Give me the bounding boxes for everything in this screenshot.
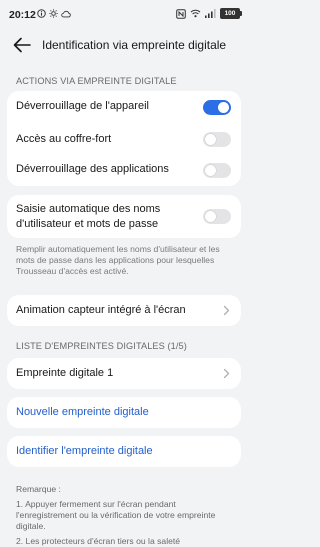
fingerprint-list-card: Empreinte digitale 1 — [7, 358, 241, 389]
autofill-description: Remplir automatiquement les noms d'utili… — [16, 244, 220, 276]
app-header: Identification via empreinte digitale — [0, 30, 248, 60]
section-title-actions: ACTIONS VIA EMPREINTE DIGITALE — [16, 76, 177, 86]
remarks-title: Remarque : — [16, 484, 61, 494]
autofill-card: Saisie automatique des noms d'utilisateu… — [7, 195, 241, 238]
signal-icon — [205, 9, 216, 18]
autofill-toggle[interactable] — [203, 209, 231, 224]
actions-card: Déverrouillage de l'appareil Accès au co… — [7, 91, 241, 186]
list-item-fingerprint-1[interactable]: Empreinte digitale 1 — [16, 358, 230, 389]
autofill-label-line2: d'utilisateur et mots de passe — [16, 218, 159, 230]
row-label: Animation capteur intégré à l'écran — [16, 304, 186, 316]
new-fingerprint-link[interactable]: Nouvelle empreinte digitale — [16, 406, 149, 418]
device-unlock-toggle[interactable] — [203, 100, 231, 115]
chevron-right-icon — [223, 305, 230, 316]
row-label: Empreinte digitale 1 — [16, 367, 114, 379]
row-safe-access[interactable]: Accès au coffre-fort — [16, 123, 231, 154]
row-sensor-animation[interactable]: Animation capteur intégré à l'écran — [16, 295, 230, 326]
cloud-icon — [61, 10, 71, 17]
row-label: Déverrouillage de l'appareil — [16, 100, 149, 112]
row-label: Déverrouillage des applications — [16, 163, 169, 175]
row-app-unlock[interactable]: Déverrouillage des applications — [16, 154, 231, 186]
animation-card: Animation capteur intégré à l'écran — [7, 295, 241, 326]
brightness-icon — [49, 9, 58, 18]
row-autofill[interactable]: Saisie automatique des noms d'utilisateu… — [16, 195, 231, 238]
row-device-unlock[interactable]: Déverrouillage de l'appareil — [16, 91, 231, 123]
status-bar: 20:12 100 — [0, 0, 248, 30]
battery-icon: 100 — [220, 8, 242, 19]
remark-item-2: 2. Les protecteurs d'écran tiers ou la s… — [16, 536, 181, 546]
page-title: Identification via empreinte digitale — [42, 38, 227, 52]
wifi-icon — [190, 9, 201, 18]
chevron-right-icon — [223, 368, 230, 379]
back-arrow-icon[interactable] — [12, 36, 32, 54]
section-title-fingerprints: LISTE D'EMPREINTES DIGITALES (1/5) — [16, 341, 187, 351]
new-fingerprint-card: Nouvelle empreinte digitale — [7, 397, 241, 428]
status-right-icons: 100 — [176, 8, 242, 19]
battery-level: 100 — [224, 10, 236, 17]
identify-fingerprint-link[interactable]: Identifier l'empreinte digitale — [16, 445, 153, 457]
info-icon — [37, 9, 46, 18]
status-left-icons — [37, 9, 71, 18]
safe-access-toggle[interactable] — [203, 132, 231, 147]
remark-item-1: 1. Appuyer fermement sur l'écran pendant… — [16, 499, 216, 531]
nfc-icon — [176, 8, 186, 19]
remarks-block: Remarque : 1. Appuyer fermement sur l'éc… — [16, 484, 234, 547]
row-label: Accès au coffre-fort — [16, 133, 112, 145]
status-time: 20:12 — [9, 9, 36, 21]
app-unlock-toggle[interactable] — [203, 163, 231, 178]
autofill-label-line1: Saisie automatique des noms — [16, 203, 161, 215]
identify-fingerprint-card: Identifier l'empreinte digitale — [7, 436, 241, 467]
